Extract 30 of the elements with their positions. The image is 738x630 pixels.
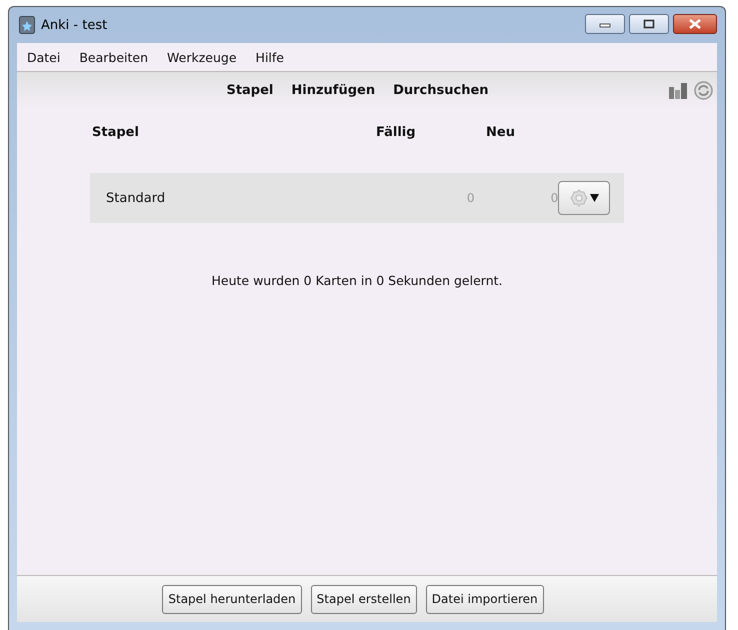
- statistics-icon[interactable]: [668, 81, 688, 99]
- toolbar-link[interactable]: Stapel: [226, 82, 274, 98]
- study-summary: Heute wurden 0 Karten in 0 Sekunden gelernt.: [212, 273, 502, 288]
- menu-item[interactable]: Datei: [19, 50, 72, 64]
- action-button[interactable]: Datei importieren: [426, 584, 544, 614]
- due-count: 0: [466, 191, 475, 205]
- toolbar-link[interactable]: Hinzufügen: [291, 82, 376, 98]
- window-title: Anki - test: [41, 18, 108, 32]
- maximize-icon: [643, 19, 655, 29]
- column-header: Stapel: [91, 125, 140, 140]
- maximize-button[interactable]: [629, 14, 669, 34]
- column-header: Fällig: [376, 125, 417, 140]
- deck-row[interactable]: Standard 0 0: [90, 173, 624, 223]
- menu-item[interactable]: Bearbeiten: [71, 50, 160, 64]
- deck-name[interactable]: Standard: [90, 190, 375, 206]
- toolbar-link[interactable]: Durchsuchen: [393, 82, 489, 98]
- action-button[interactable]: Stapel erstellen: [310, 584, 417, 614]
- close-button[interactable]: [673, 14, 717, 34]
- menu-item[interactable]: Werkzeuge: [159, 50, 248, 64]
- sync-icon[interactable]: [694, 80, 713, 100]
- caret-icon: [590, 194, 599, 202]
- minimize-button[interactable]: [585, 14, 625, 34]
- new-count: 0: [550, 191, 558, 205]
- app-icon: [19, 16, 35, 34]
- action-button[interactable]: Stapel herunterladen: [162, 584, 302, 614]
- deck-options-button[interactable]: [558, 181, 610, 215]
- close-icon: [688, 19, 702, 29]
- gear-icon: [570, 189, 588, 207]
- menu-item[interactable]: Hilfe: [248, 50, 295, 64]
- column-header: Neu: [486, 125, 516, 140]
